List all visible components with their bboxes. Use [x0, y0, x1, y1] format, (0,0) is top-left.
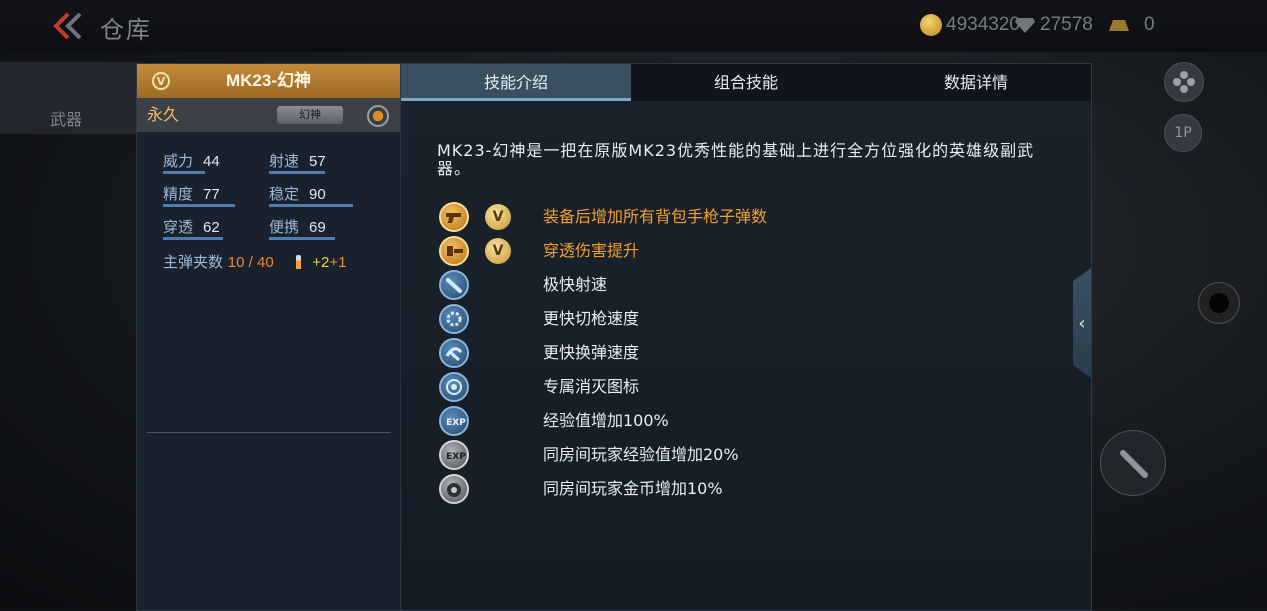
bullet-icon — [296, 255, 302, 269]
skin-tag: 幻神 — [277, 106, 343, 124]
switch-weapon-icon — [439, 304, 469, 334]
stat-accuracy: 精度 77 — [163, 183, 235, 207]
back-icon[interactable] — [52, 12, 86, 40]
tab-skill-intro[interactable]: 技能介绍 — [401, 64, 631, 101]
divider — [147, 432, 391, 433]
coin-icon — [920, 14, 942, 36]
diamond-value: 27578 — [1040, 14, 1093, 35]
coin-value: 4934320 — [946, 14, 1020, 35]
sidebar-item-label: 武器 — [50, 110, 83, 129]
stat-fire-rate: 射速 57 — [269, 150, 326, 174]
weapon-description: MK23-幻神是一把在原版MK23优秀性能的基础上进行全方位强化的英雄级副武器。 — [437, 141, 1035, 178]
fire-button[interactable] — [1100, 430, 1166, 496]
ammo-bonus: +2 — [312, 254, 330, 271]
exp-icon: EXP — [439, 406, 469, 436]
weapon-detail-panel: MK23-幻神 V 永久 幻神 威力 44 射速 57 精度 77 稳定 90 穿透 62 — [136, 63, 1092, 611]
collapse-panel-button[interactable]: ‹ — [1073, 268, 1091, 378]
fire-rate-icon — [439, 270, 469, 300]
coin-balance[interactable]: 4934320 — [920, 12, 1020, 38]
ammo-value: 10 / 40 — [227, 254, 274, 271]
weapon-stats-column: MK23-幻神 V 永久 幻神 威力 44 射速 57 精度 77 稳定 90 穿透 62 — [137, 64, 401, 610]
bullet-icon — [1120, 450, 1148, 478]
ammo-info: 主弹夹数 10 / 40 +2+1 — [163, 251, 346, 272]
dot-icon — [1209, 293, 1229, 313]
diamond-balance[interactable]: 27578 — [1014, 12, 1093, 38]
penetration-icon — [439, 236, 469, 266]
top-bar: 仓库 4934320 27578 0 — [0, 0, 1267, 52]
hero-v-icon: V — [152, 72, 170, 90]
stat-power: 威力 44 — [163, 150, 220, 174]
chevron-left-icon: ‹ — [1078, 312, 1086, 334]
weapon-name: MK23-幻神 — [225, 71, 311, 90]
gold-bar-icon — [1109, 20, 1129, 31]
player-badge: 1P — [1174, 125, 1192, 141]
duration-bar: 永久 幻神 — [137, 98, 400, 132]
hero-v-icon: V — [485, 238, 511, 264]
gold-balance[interactable]: 0 — [1108, 12, 1155, 38]
stat-penetration: 穿透 62 — [163, 216, 223, 240]
stat-portability: 便携 69 — [269, 216, 335, 240]
gold-value: 0 — [1144, 14, 1155, 35]
aim-button[interactable] — [1198, 282, 1240, 324]
hero-v-icon: V — [485, 204, 511, 230]
room-exp-icon: EXP — [439, 440, 469, 470]
tab-combo-skills[interactable]: 组合技能 — [631, 64, 861, 101]
ammo-bonus-extra: +1 — [329, 254, 347, 271]
stat-stability: 稳定 90 — [269, 183, 353, 207]
room-coin-icon — [439, 474, 469, 504]
ammo-label: 主弹夹数 — [163, 253, 224, 271]
weapon-header: MK23-幻神 V — [137, 64, 400, 98]
settings-button[interactable] — [1164, 62, 1204, 102]
tab-bar: 技能介绍 组合技能 数据详情 — [401, 64, 1091, 101]
duration-label: 永久 — [147, 105, 180, 124]
player-one-button[interactable]: 1P — [1164, 114, 1202, 152]
gamepad-icon — [1173, 71, 1195, 93]
kill-icon — [439, 372, 469, 402]
reload-icon — [439, 338, 469, 368]
tab-data-details[interactable]: 数据详情 — [861, 64, 1091, 101]
page-title: 仓库 — [100, 16, 152, 44]
pistol-icon — [439, 202, 469, 232]
crosshair-icon[interactable] — [367, 105, 389, 127]
diamond-icon — [1015, 18, 1035, 33]
